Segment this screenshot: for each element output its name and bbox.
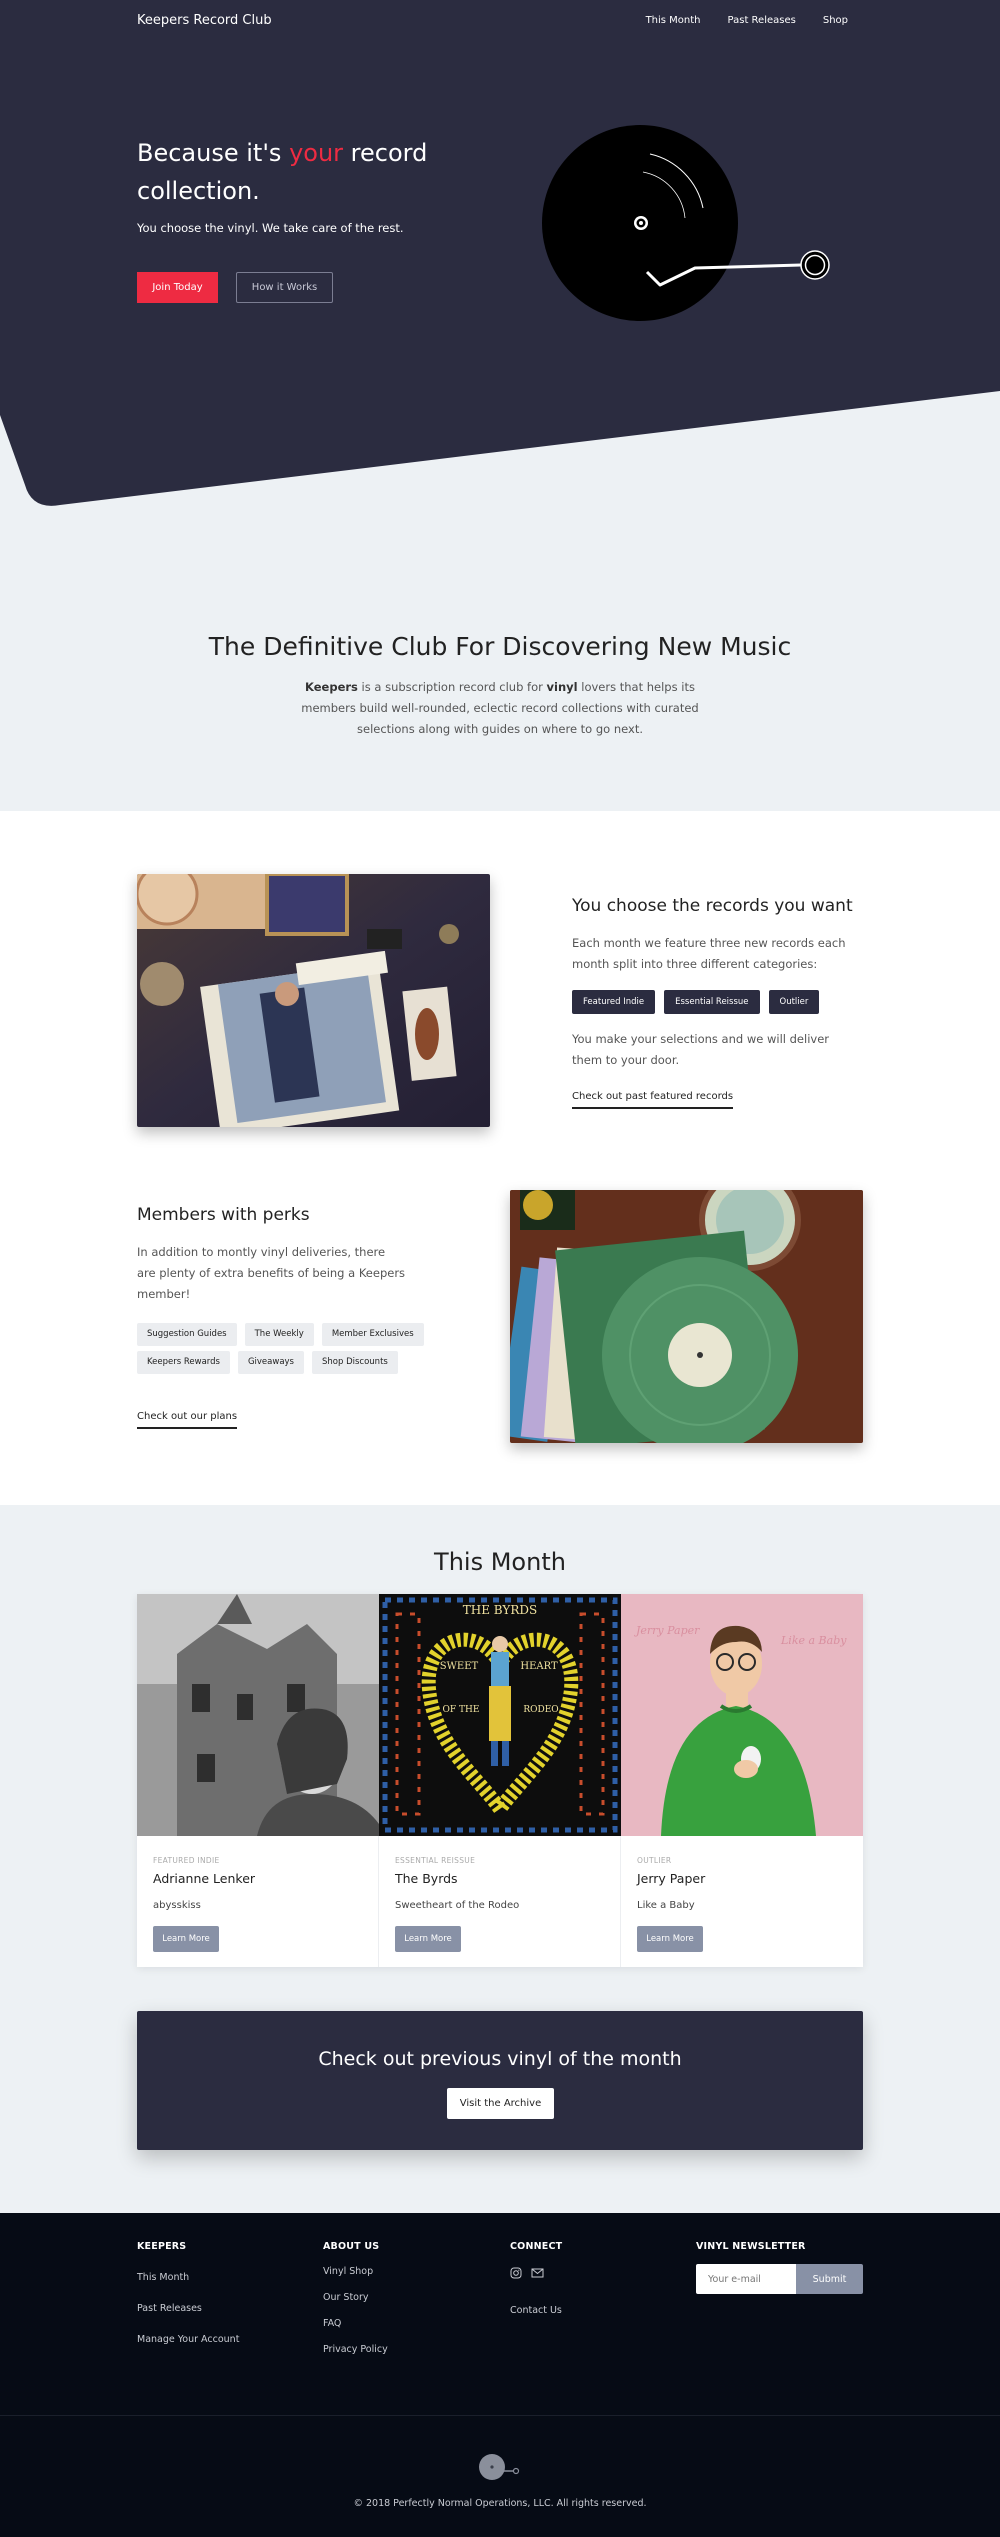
turntable-illustration — [542, 125, 830, 321]
cover-text-left: SWEET — [440, 1661, 479, 1672]
feature2-title: Members with perks — [137, 1205, 310, 1225]
nav-link-shop[interactable]: Shop — [823, 15, 848, 26]
intro-title: The Definitive Club For Discovering New … — [208, 632, 792, 661]
brand-logo[interactable]: Keepers Record Club — [137, 13, 272, 28]
hero-title-accent: your — [289, 139, 344, 167]
footer-link-faq[interactable]: FAQ — [323, 2318, 388, 2329]
album-cover-jerry-paper: Jerry Paper Like a Baby — [621, 1594, 863, 1836]
hero-background — [0, 0, 1000, 506]
nav-link-past-releases[interactable]: Past Releases — [728, 15, 796, 26]
this-month-section: This Month FEATURED INDIE Adrianne Lenke… — [0, 1505, 1000, 2213]
newsletter-email-input[interactable] — [696, 2264, 796, 2294]
footer-heading: KEEPERS — [137, 2241, 187, 2252]
learn-more-button[interactable]: Learn More — [153, 1926, 219, 1952]
tag-member-exclusives: Member Exclusives — [321, 1323, 424, 1346]
record-cards: FEATURED INDIE Adrianne Lenker abysskiss… — [137, 1594, 863, 1967]
card-artist: Adrianne Lenker — [153, 1871, 256, 1886]
nav-link-this-month[interactable]: This Month — [646, 15, 701, 26]
cover-text-mid-left: OF THE — [443, 1705, 480, 1715]
green-vinyl-photo — [510, 1190, 863, 1443]
how-it-works-button[interactable]: How it Works — [236, 272, 333, 303]
footer-heading: CONNECT — [510, 2241, 563, 2252]
footer-heading: ABOUT US — [323, 2241, 380, 2252]
card-category: FEATURED INDIE — [153, 1856, 220, 1865]
tag-shop-discounts: Shop Discounts — [312, 1351, 398, 1374]
tag-featured-indie: Featured Indie — [572, 990, 656, 1014]
footer-col-newsletter: VINYL NEWSLETTER Submit — [696, 2241, 863, 2294]
feature2-body: In addition to montly vinyl deliveries, … — [137, 1245, 406, 1301]
card-category: ESSENTIAL REISSUE — [395, 1856, 476, 1865]
footer-link-privacy[interactable]: Privacy Policy — [323, 2344, 388, 2355]
perk-tags: Suggestion Guides The Weekly Member Excl… — [137, 1323, 427, 1374]
plans-link[interactable]: Check out our plans — [137, 1411, 238, 1429]
cover-text-mid-right: RODEO — [523, 1705, 558, 1715]
tag-outlier: Outlier — [768, 990, 820, 1014]
cover-text-top: THE BYRDS — [463, 1603, 537, 1617]
tag-giveaways: Giveaways — [237, 1351, 304, 1374]
feature1-body2: You make your selections and we will del… — [572, 1032, 830, 1067]
feature1-body: Each month we feature three new records … — [572, 936, 846, 971]
footer-col-keepers: KEEPERS This Month Past Releases Manage … — [137, 2241, 239, 2365]
feature1-title: You choose the records you want — [572, 896, 853, 916]
card-artist: Jerry Paper — [637, 1871, 706, 1886]
tag-suggestion-guides: Suggestion Guides — [137, 1323, 237, 1346]
footer-link-contact[interactable]: Contact Us — [510, 2305, 562, 2316]
footer-link-past-releases[interactable]: Past Releases — [137, 2303, 239, 2314]
footer-col-connect: CONNECT Contact Us — [510, 2241, 562, 2316]
tag-keepers-rewards: Keepers Rewards — [137, 1351, 230, 1374]
join-today-button[interactable]: Join Today — [137, 272, 218, 303]
social-icons — [510, 2264, 562, 2283]
cover-text-left: Jerry Paper — [634, 1624, 700, 1637]
tag-the-weekly: The Weekly — [244, 1323, 314, 1346]
visit-archive-button[interactable]: Visit the Archive — [447, 2088, 554, 2119]
album-cover-adrianne-lenker — [137, 1594, 379, 1836]
tag-essential-reissue: Essential Reissue — [664, 990, 760, 1014]
footer-link-manage-account[interactable]: Manage Your Account — [137, 2334, 239, 2345]
records-table-photo — [137, 874, 490, 1127]
footer-divider — [0, 2415, 1000, 2416]
hero-title: Because it's your record collection. — [137, 139, 428, 205]
newsletter-submit-button[interactable]: Submit — [796, 2264, 863, 2294]
vinyl-logo-icon — [479, 2454, 520, 2480]
hero-section — [0, 0, 1000, 520]
record-card: THE BYRDS SWEET HEART OF THE RODEO ESSEN… — [379, 1594, 621, 1967]
learn-more-button[interactable]: Learn More — [637, 1926, 703, 1952]
album-cover-the-byrds: THE BYRDS SWEET HEART OF THE RODEO — [379, 1594, 621, 1836]
hero-subtitle: You choose the vinyl. We take care of th… — [137, 221, 404, 235]
footer-heading: VINYL NEWSLETTER — [696, 2241, 806, 2252]
site-footer: KEEPERS This Month Past Releases Manage … — [0, 2213, 1000, 2537]
intro-body: Keepers is a subscription record club fo… — [301, 680, 699, 736]
card-artist: The Byrds — [395, 1871, 458, 1886]
mail-icon[interactable] — [531, 2264, 544, 2283]
footer-link-our-story[interactable]: Our Story — [323, 2292, 388, 2303]
past-featured-link[interactable]: Check out past featured records — [572, 1091, 734, 1109]
newsletter-form: Submit — [696, 2264, 863, 2294]
footer-col-about: ABOUT US Vinyl Shop Our Story FAQ Privac… — [323, 2241, 388, 2370]
nav-links: This Month Past Releases Shop — [646, 15, 848, 26]
card-category: OUTLIER — [637, 1856, 672, 1865]
archive-banner: Check out previous vinyl of the month Vi… — [137, 2011, 863, 2150]
record-card: Jerry Paper Like a Baby OUTLIER Jerry Pa… — [621, 1594, 863, 1967]
card-album: Sweetheart of the Rodeo — [395, 1900, 520, 1911]
cover-text-right: Like a Baby — [780, 1634, 847, 1647]
category-tags: Featured Indie Essential Reissue Outlier — [572, 990, 820, 1014]
learn-more-button[interactable]: Learn More — [395, 1926, 461, 1952]
cover-text-right: HEART — [520, 1661, 558, 1672]
footer-link-this-month[interactable]: This Month — [137, 2272, 239, 2283]
this-month-title: This Month — [434, 1548, 566, 1576]
card-album: Like a Baby — [637, 1900, 695, 1911]
footer-link-vinyl-shop[interactable]: Vinyl Shop — [323, 2266, 388, 2277]
instagram-icon[interactable] — [510, 2264, 522, 2283]
top-navbar: Keepers Record Club This Month Past Rele… — [0, 0, 1000, 42]
archive-title: Check out previous vinyl of the month — [318, 2048, 682, 2070]
card-album: abysskiss — [153, 1900, 201, 1911]
features-section: You choose the records you want Each mon… — [0, 811, 1000, 1505]
record-card: FEATURED INDIE Adrianne Lenker abysskiss… — [137, 1594, 379, 1967]
copyright: © 2018 Perfectly Normal Operations, LLC.… — [353, 2498, 647, 2509]
